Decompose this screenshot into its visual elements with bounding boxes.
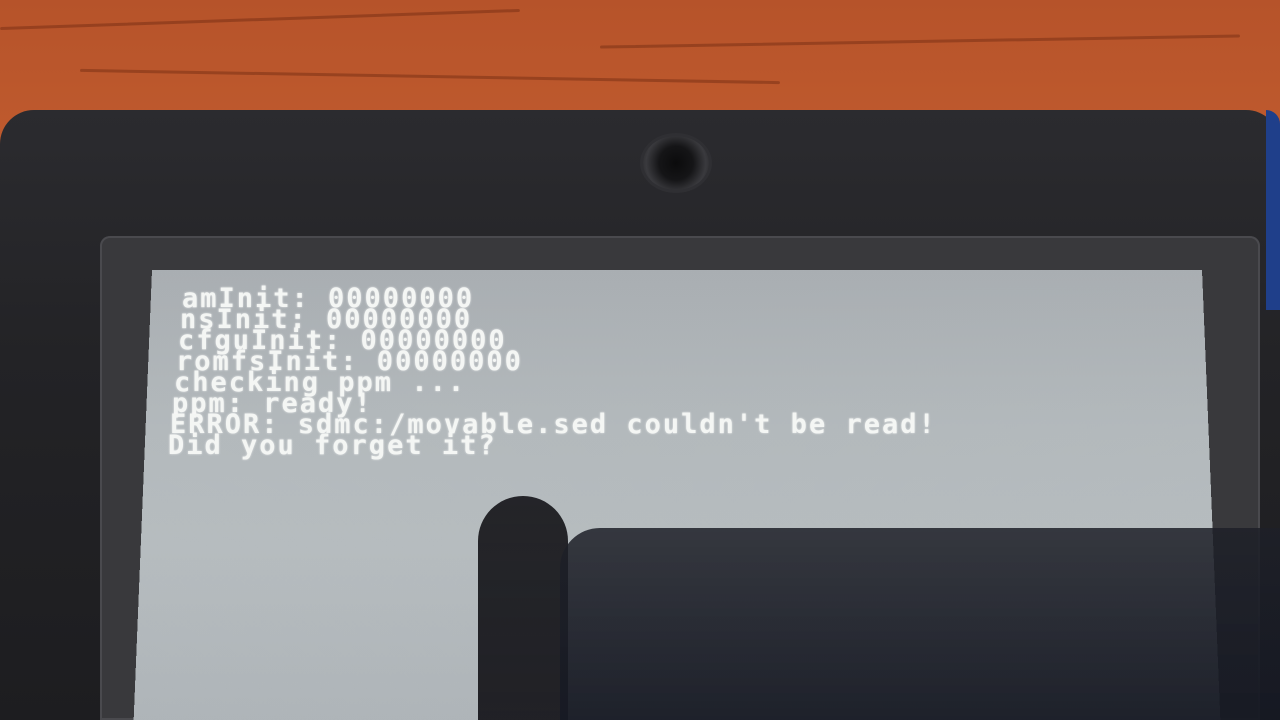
wood-grain — [80, 68, 780, 85]
finger-reflection — [478, 496, 568, 720]
camera-lens-icon — [643, 136, 709, 190]
device-side-trim — [1266, 110, 1280, 310]
wood-grain — [0, 8, 520, 31]
screen-glare-reflection — [560, 528, 1280, 720]
wood-grain — [600, 34, 1240, 49]
console-output: amInit: 00000000 nsInit: 00000000 cfguInit… — [168, 285, 937, 459]
